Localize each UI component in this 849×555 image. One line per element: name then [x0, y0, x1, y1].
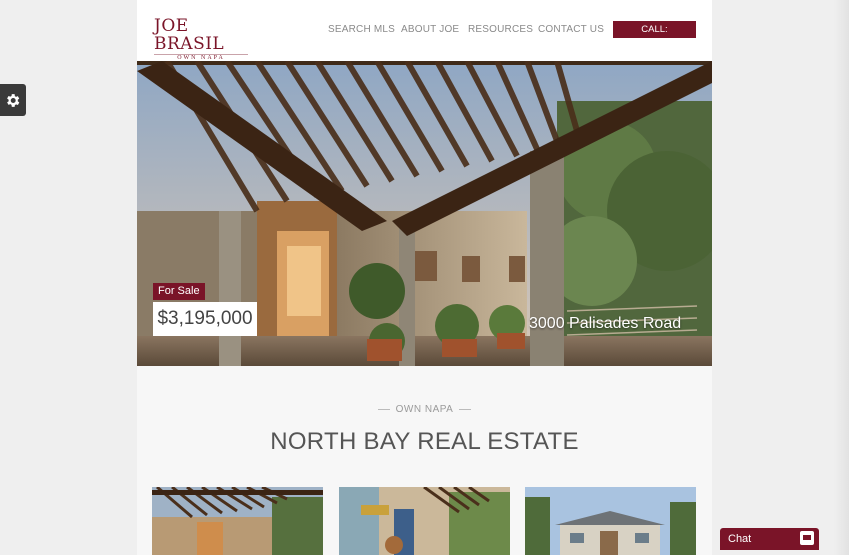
- window-edge: [834, 0, 849, 555]
- eyebrow-dash-right: [459, 408, 472, 410]
- status-badge: For Sale: [153, 283, 205, 300]
- section-eyebrow: OWN NAPA: [137, 404, 712, 415]
- listing-card-image: [339, 487, 510, 555]
- call-button[interactable]: CALL: 707.319.1887: [613, 21, 696, 52]
- page-container: JOE BRASIL OWN NAPA SEARCH MLS ABOUT JOE…: [137, 0, 712, 555]
- listing-card-image: [525, 487, 696, 555]
- eyebrow-dash-left: [377, 408, 390, 410]
- logo-name: JOE BRASIL: [154, 16, 225, 54]
- listing-card[interactable]: [339, 487, 510, 555]
- gear-icon: [7, 94, 20, 107]
- nav-resources[interactable]: RESOURCES: [468, 24, 533, 35]
- nav-contact-us[interactable]: CONTACT US: [538, 24, 604, 35]
- site-header: JOE BRASIL OWN NAPA SEARCH MLS ABOUT JOE…: [137, 0, 712, 61]
- section-title: NORTH BAY REAL ESTATE: [270, 428, 579, 455]
- chat-label: Chat: [728, 533, 752, 545]
- hero-slideshow[interactable]: For Sale $3,195,000 3000 Palisades Road: [137, 61, 712, 366]
- listing-price: $3,195,000: [153, 302, 257, 336]
- nav-search-mls[interactable]: SEARCH MLS: [328, 24, 395, 35]
- nav-about-joe[interactable]: ABOUT JOE: [401, 24, 459, 35]
- settings-tab[interactable]: [0, 84, 26, 116]
- site-logo[interactable]: JOE BRASIL OWN NAPA: [154, 17, 254, 62]
- chat-bubble-icon: [800, 531, 814, 545]
- listing-card[interactable]: [152, 487, 323, 555]
- listing-card[interactable]: [525, 487, 696, 555]
- chat-widget[interactable]: Chat: [720, 528, 819, 550]
- listing-address-link[interactable]: 3000 Palisades Road: [529, 315, 681, 333]
- eyebrow-text: OWN NAPA: [395, 404, 454, 415]
- listing-card-image: [152, 487, 323, 555]
